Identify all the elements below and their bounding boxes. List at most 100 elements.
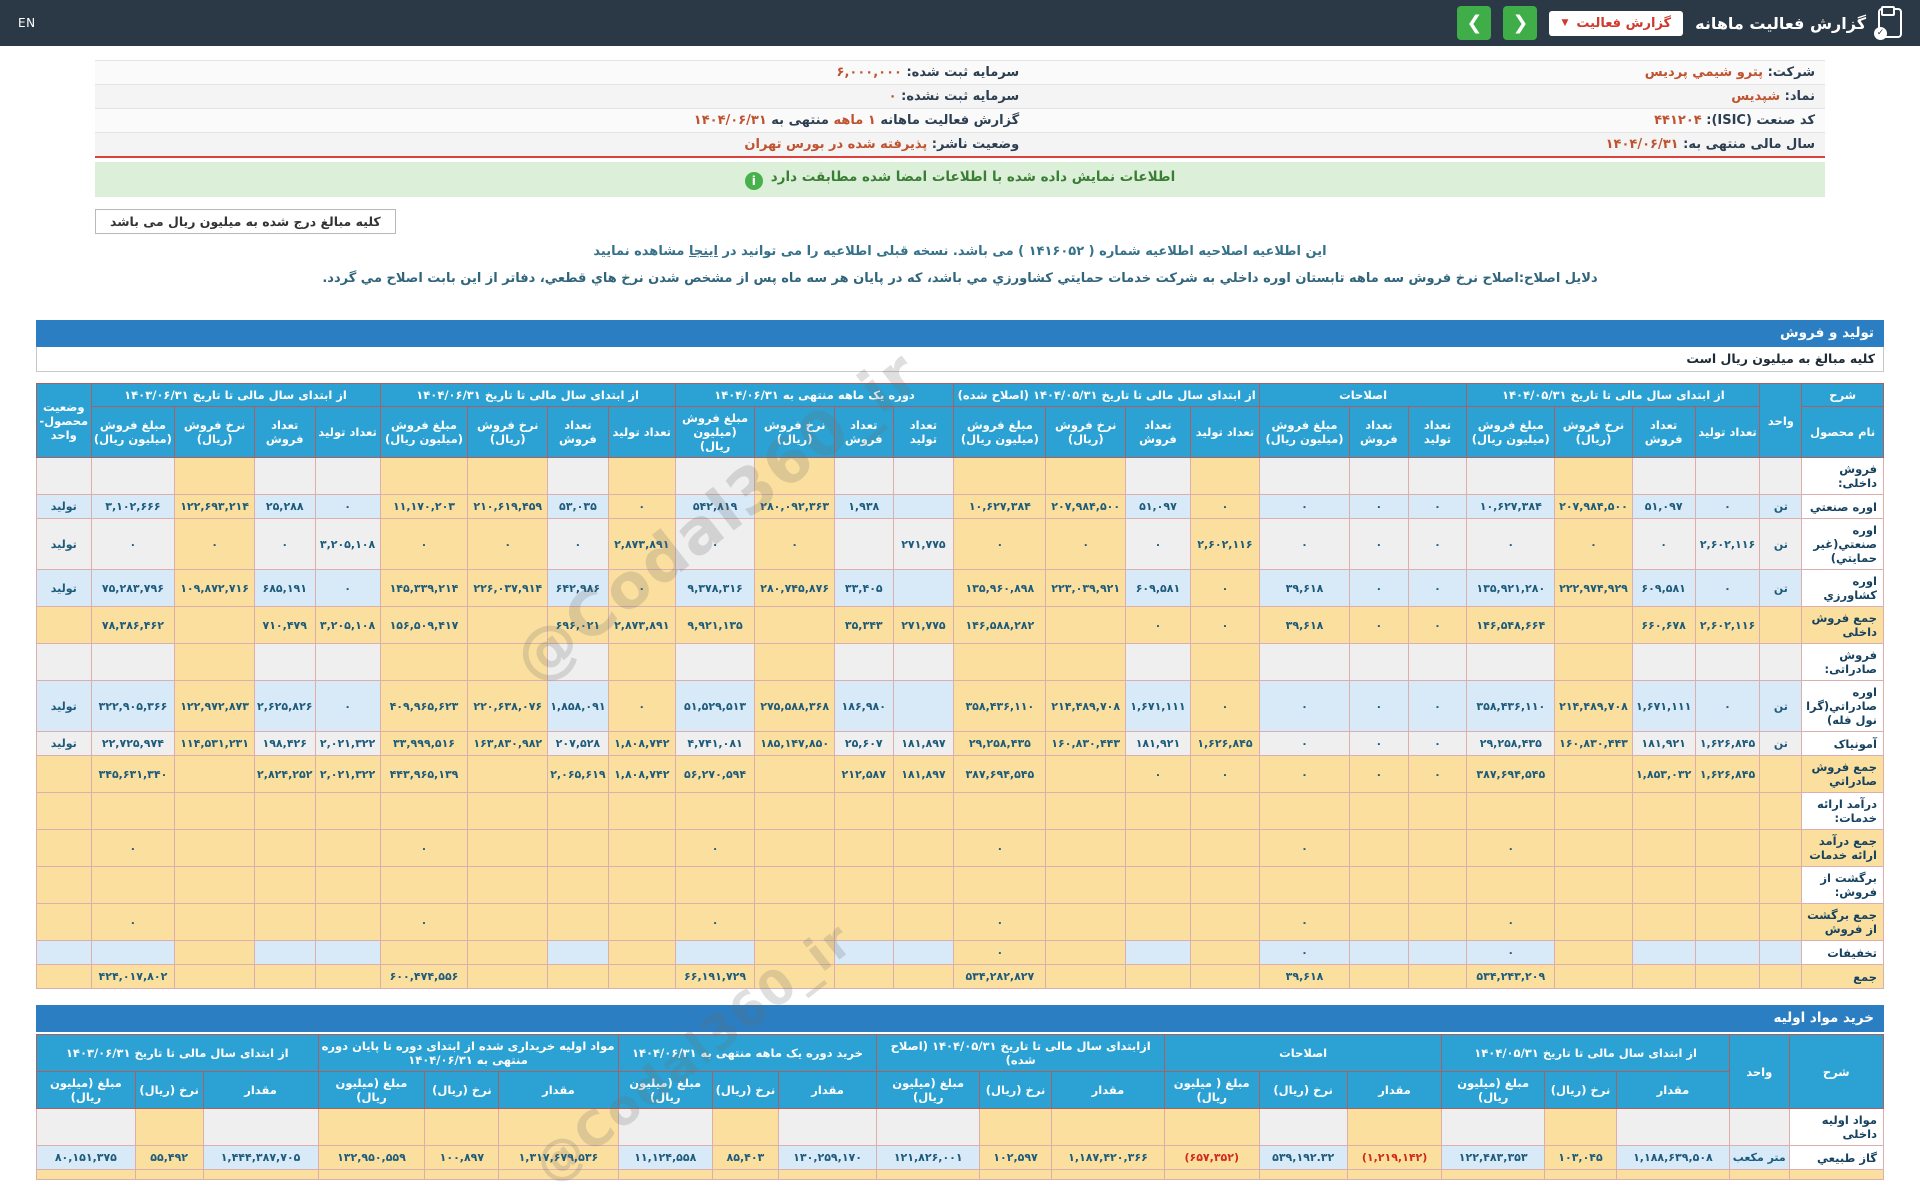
table-cell — [314, 457, 381, 495]
table-cell — [777, 1108, 878, 1146]
table-cell — [547, 643, 609, 681]
table-cell — [1045, 903, 1126, 941]
table-cell: تن — [1759, 569, 1803, 607]
row-label-cell: برگشت از فروش: — [1801, 866, 1884, 904]
table-cell — [1045, 457, 1126, 495]
table-cell: ۰ — [607, 680, 676, 732]
table-cell — [1349, 903, 1409, 941]
table-cell: ۱۰۹,۸۷۲,۷۱۶ — [174, 569, 255, 607]
table-cell: ۵۱,۵۲۹,۵۱۳ — [674, 680, 756, 732]
table-cell — [1189, 792, 1260, 830]
previous-version-link[interactable]: اینجا — [689, 244, 718, 259]
company-info-row: کد صنعت (ISIC): ۴۴۱۲۰۴ گزارش فعالیت ماهان… — [95, 108, 1825, 132]
table-cell: ۱۲۲,۴۸۳,۳۵۳ — [1441, 1145, 1546, 1170]
table-cell — [1554, 829, 1633, 867]
column-group-header: وضعیت محصول-واحد — [36, 383, 92, 458]
table-cell — [1759, 792, 1803, 830]
table-cell — [1631, 940, 1696, 965]
column-group-header: شرح — [1801, 383, 1884, 407]
table-cell — [1258, 1108, 1348, 1146]
table-cell: ۱۳۰,۲۵۹,۱۷۰ — [777, 1145, 878, 1170]
language-toggle-en[interactable]: EN — [18, 16, 36, 30]
table-cell — [317, 1169, 426, 1180]
table-cell — [892, 964, 955, 989]
table-cell: ۱۴۵,۳۳۹,۲۱۴ — [379, 569, 469, 607]
table-cell — [424, 1108, 500, 1146]
table-cell: ۰ — [90, 518, 176, 570]
table-cell — [1124, 866, 1191, 904]
total-row: جمع برگشت از فروش ۰ ۰ ۰ ۰ ۰ ۰ — [36, 903, 1884, 941]
table-cell — [1694, 866, 1761, 904]
table-cell — [892, 903, 955, 941]
table-cell: ۰ — [1258, 903, 1351, 941]
table-cell: ۵۱,۰۹۷ — [1631, 494, 1696, 519]
table-cell — [1544, 1108, 1617, 1146]
table-cell — [953, 866, 1047, 904]
row-label-cell: جمع برگشت از فروش — [1801, 903, 1884, 941]
table-cell — [1045, 964, 1126, 989]
table-cell: ۳۵۸,۴۳۶,۱۱۰ — [953, 680, 1047, 732]
table-cell: ۰ — [1407, 518, 1468, 570]
table-cell — [1346, 1108, 1443, 1146]
table-cell — [754, 866, 835, 904]
column-header: تعداد فروش — [547, 406, 609, 458]
table-cell — [174, 606, 255, 644]
table-cell — [1759, 755, 1803, 793]
table-cell — [253, 940, 316, 965]
table-cell: ۰ — [1189, 494, 1260, 519]
table-cell — [1728, 1108, 1790, 1146]
table-cell — [833, 964, 894, 989]
table-cell: ۳۸۷,۶۹۴,۵۴۵ — [1466, 755, 1556, 793]
table-cell — [467, 903, 549, 941]
info-cell: گزارش فعالیت ماهانه ۱ ماهه منتهی به ۱۴۰۴… — [693, 113, 1020, 128]
table-cell: ۰ — [1258, 940, 1351, 965]
table-cell — [314, 643, 381, 681]
table-cell — [1466, 457, 1556, 495]
table-cell — [1045, 643, 1126, 681]
table-cell: ۷۱۰,۴۷۹ — [253, 606, 316, 644]
table-cell: ۱۴۶,۵۸۸,۲۸۲ — [953, 606, 1047, 644]
table-cell — [712, 1108, 779, 1146]
table-cell — [1045, 792, 1126, 830]
production-sales-section: تولید و فروش کلیه مبالغ به میلیون ریال ا… — [36, 320, 1884, 989]
previous-report-button[interactable]: ❮ — [1503, 6, 1538, 40]
table-cell — [1694, 643, 1761, 681]
table-cell — [1045, 829, 1126, 867]
column-header: مبلغ فروش (میلیون ریال) — [379, 406, 469, 458]
company-info-table: شرکت: پترو شیمي پردیس سرمایه ثبت شده: ۶,۰… — [95, 60, 1825, 158]
table-cell: ۰ — [1189, 569, 1260, 607]
table-cell — [1554, 755, 1633, 793]
table-cell: ۵۳,۰۳۵ — [547, 494, 609, 519]
table-cell — [1407, 457, 1468, 495]
table-cell — [607, 940, 676, 965]
row-label-cell: تخفیفات — [1801, 940, 1884, 965]
section-row: مواد اولیه داخلی — [36, 1108, 1884, 1146]
table-cell: ۸۵,۴۰۳ — [712, 1145, 779, 1170]
table-cell — [607, 643, 676, 681]
table-cell — [1124, 643, 1191, 681]
table-row: اوره کشاورزي تن ۰ ۶۰۹,۵۸۱ ۲۲۲,۹۷۴,۹۲۹ ۱۳۵,۹۲۱… — [36, 569, 1884, 607]
table-cell — [1189, 940, 1260, 965]
report-type-dropdown[interactable]: گزارش فعالیت ▼ — [1549, 10, 1684, 36]
table-cell: ۳۵,۳۴۳ — [833, 606, 894, 644]
table-cell — [1631, 903, 1696, 941]
table-cell — [1189, 866, 1260, 904]
row-label-cell: اوره صنعتي — [1801, 494, 1884, 519]
column-group-header: ازابتدای سال مالی تا تاریخ ۱۴۰۴/۰۵/۳۱ (ا… — [876, 1034, 1165, 1072]
table-cell — [314, 940, 381, 965]
top-navbar: گزارش فعالیت ماهانه گزارش فعالیت ▼ ❮ ❯ E… — [0, 0, 1920, 46]
table-cell — [1759, 457, 1803, 495]
table-cell: ۰ — [1349, 569, 1409, 607]
table-cell: ۰ — [379, 518, 469, 570]
table-cell — [253, 829, 316, 867]
table-cell — [1407, 829, 1468, 867]
column-group-header: واحد — [1759, 383, 1803, 458]
table-cell: ۵۴۲,۸۱۹ — [674, 494, 756, 519]
company-info-row: نماد: شپدیس سرمایه ثبت نشده: ۰ — [95, 84, 1825, 108]
table-cell: ۲۲۳,۰۳۹,۹۲۱ — [1045, 569, 1126, 607]
table-cell: ۱۱,۱۷۰,۲۰۳ — [379, 494, 469, 519]
table-cell — [134, 1108, 204, 1146]
table-cell: ۱۵۶,۵۰۹,۴۱۷ — [379, 606, 469, 644]
table-cell — [314, 964, 381, 989]
next-report-button[interactable]: ❯ — [1457, 6, 1492, 40]
